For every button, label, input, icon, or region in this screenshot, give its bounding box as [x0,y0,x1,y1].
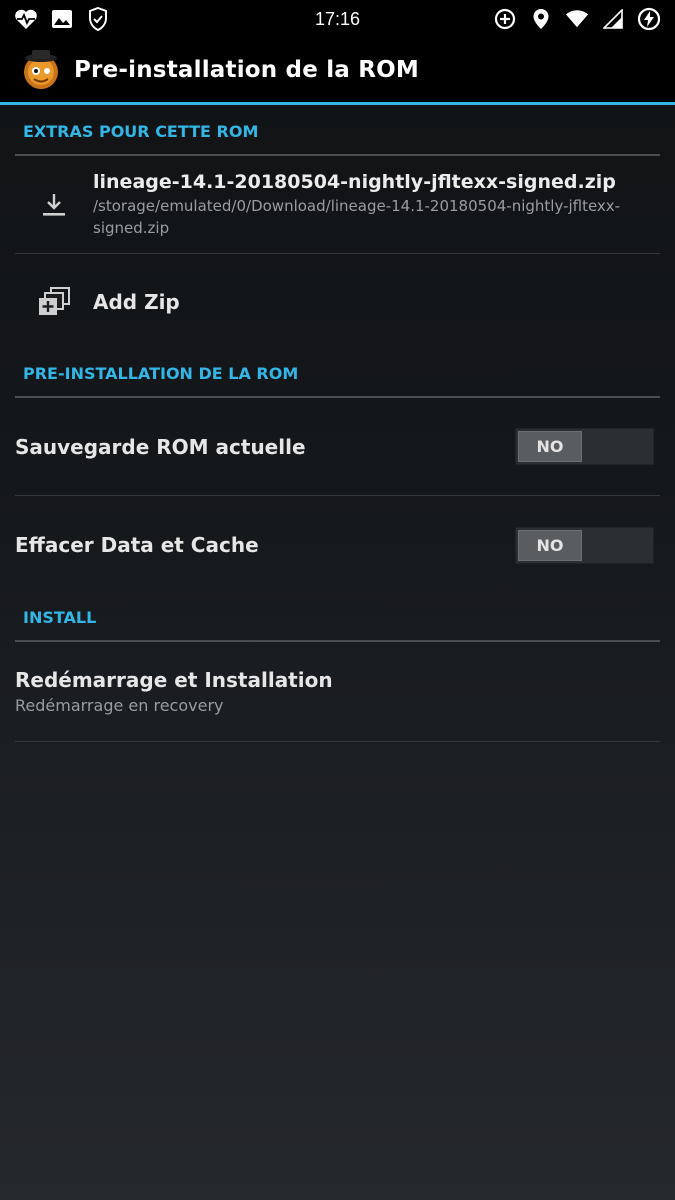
settings-list: EXTRAS POUR CETTE ROM lineage-14.1-20180… [0,108,675,742]
section-header-preinstall: PRE-INSTALLATION DE LA ROM [15,350,660,398]
wipe-data-toggle[interactable]: NO [515,526,654,564]
download-icon [37,192,71,218]
wipe-data-label: Effacer Data et Cache [15,533,259,557]
app-logo-icon[interactable] [20,49,62,91]
backup-rom-toggle[interactable]: NO [515,428,654,465]
shield-check-icon [86,7,110,31]
battery-charging-icon [637,7,661,31]
reboot-install-subtitle: Redémarrage en recovery [15,696,224,715]
backup-rom-label: Sauvegarde ROM actuelle [15,434,306,459]
action-bar: Pre-installation de la ROM [0,38,675,105]
add-zip-button[interactable]: Add Zip [15,254,660,350]
add-zip-icon [37,287,71,317]
heartbeat-icon [14,7,38,31]
data-saver-icon [493,7,517,31]
location-icon [529,7,553,31]
wipe-data-row[interactable]: Effacer Data et Cache NO [15,496,660,594]
status-bar-left [14,7,110,31]
zip-file-path: /storage/emulated/0/Download/lineage-14.… [93,196,621,237]
wipe-data-toggle-state: NO [518,529,582,561]
page-title: Pre-installation de la ROM [74,57,419,83]
extra-zip-item[interactable]: lineage-14.1-20180504-nightly-jfltexx-si… [15,156,660,254]
wifi-icon [565,7,589,31]
add-zip-label: Add Zip [93,290,180,314]
status-bar [0,0,675,38]
status-bar-right [493,7,661,31]
reboot-install-title: Redémarrage et Installation [15,668,333,692]
reboot-install-item[interactable]: Redémarrage et Installation Redémarrage … [15,642,660,742]
image-icon [50,7,74,31]
backup-rom-row[interactable]: Sauvegarde ROM actuelle NO [15,398,660,496]
signal-icon [601,7,625,31]
zip-file-name: lineage-14.1-20180504-nightly-jfltexx-si… [93,170,616,193]
section-header-extras: EXTRAS POUR CETTE ROM [15,108,660,156]
section-header-install: INSTALL [15,594,660,642]
backup-rom-toggle-state: NO [518,431,582,462]
